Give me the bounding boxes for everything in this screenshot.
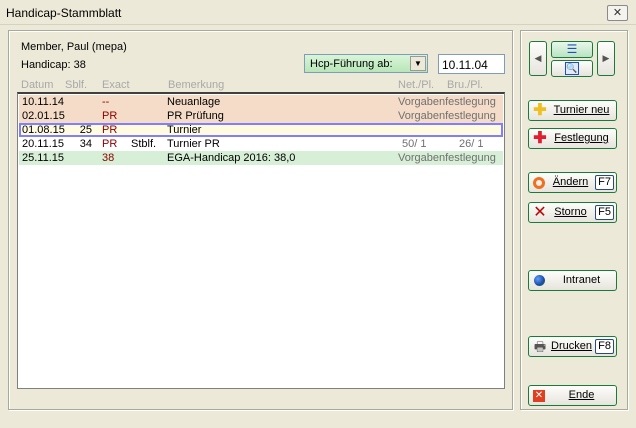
window-title: Handicap-Stammblatt <box>6 6 122 20</box>
list-icon: ☰ <box>566 42 578 56</box>
cell-remark: EGA-Handicap 2016: 38,0 <box>167 152 296 164</box>
next-button[interactable]: ▶ <box>597 41 615 76</box>
cell-remark: Turnier <box>167 124 202 136</box>
printer-icon: 🖶 <box>533 339 547 354</box>
hcp-fuehrung-value: Hcp-Führung ab: <box>310 58 393 70</box>
plus-red-icon: ✚ <box>533 130 547 147</box>
cell-net: Vorgabenfestlegung <box>398 110 496 122</box>
turnier-neu-label: Turnier neu <box>553 104 610 116</box>
cell-net: Vorgabenfestlegung <box>398 152 496 164</box>
aendern-label: Ändern <box>552 176 589 188</box>
cell-net: Vorgabenfestlegung <box>398 96 496 108</box>
date-input[interactable]: 10.11.04 <box>438 54 505 74</box>
turnier-neu-button[interactable]: ✚ Turnier neu <box>528 100 617 121</box>
cell-date: 01.08.15 <box>22 124 65 136</box>
table-row[interactable]: 20.11.15 34 PR Stblf. Turnier PR 50/ 1 26/ 1 <box>19 137 503 151</box>
cell-date: 25.11.15 <box>22 152 65 164</box>
storno-button[interactable]: ✕ Storno F5 <box>528 202 617 223</box>
table-row[interactable]: 01.08.15 25 PR Turnier <box>19 123 503 137</box>
drucken-key: F8 <box>595 339 614 354</box>
intranet-button[interactable]: Intranet <box>528 270 617 291</box>
drucken-button[interactable]: 🖶 Drucken F8 <box>528 336 617 357</box>
hcp-fuehrung-select[interactable]: Hcp-Führung ab: ▼ <box>304 54 428 73</box>
cell-type: Stblf. <box>131 138 157 150</box>
ende-button[interactable]: ✕ Ende <box>528 385 617 406</box>
ring-icon <box>533 177 545 189</box>
festlegung-label: Festlegung <box>554 132 609 144</box>
chevron-down-icon[interactable]: ▼ <box>410 56 426 71</box>
table-row[interactable]: 25.11.15 38 EGA-Handicap 2016: 38,0 Vorgabe… <box>19 151 503 165</box>
col-net: Net./Pl. <box>398 79 435 91</box>
cell-date: 10.11.14 <box>22 96 65 108</box>
close-button[interactable]: ✕ <box>607 5 628 21</box>
col-datum: Datum <box>21 79 54 91</box>
cell-date: 02.01.15 <box>22 110 65 122</box>
cell-exact: PR <box>102 124 118 136</box>
cell-remark: Neuanlage <box>167 96 221 108</box>
plus-yellow-icon: ✚ <box>533 102 547 119</box>
title-bar: Handicap-Stammblatt ✕ <box>0 0 636 25</box>
cell-date: 20.11.15 <box>22 138 65 150</box>
globe-icon <box>534 275 545 286</box>
storno-label: Storno <box>554 206 587 218</box>
list-view-button[interactable]: ☰ <box>551 41 593 58</box>
cell-bru: 26/ 1 <box>459 138 484 150</box>
handicap-list[interactable]: 10.11.14 -- Neuanlage Vorgabenfestlegung 02.… <box>17 92 505 389</box>
aendern-button[interactable]: Ändern F7 <box>528 172 617 193</box>
table-row[interactable]: 02.01.15 PR PR Prüfung Vorgabenfestlegung <box>19 109 503 123</box>
search-icon: 🔍 <box>565 62 579 75</box>
cell-exact: PR <box>102 138 118 150</box>
handicap-label: Handicap: 38 <box>21 59 86 71</box>
drucken-label: Drucken <box>551 340 592 352</box>
col-exact: Exact <box>102 79 130 91</box>
table-row[interactable]: 10.11.14 -- Neuanlage Vorgabenfestlegung <box>19 95 503 109</box>
ende-label: Ende <box>568 389 595 401</box>
intranet-label: Intranet <box>562 274 601 286</box>
cell-sblf: 25 <box>79 124 92 136</box>
close-red-icon: ✕ <box>533 390 545 402</box>
cell-remark: Turnier PR <box>167 138 220 150</box>
cell-sblf: 34 <box>79 138 92 150</box>
col-bru: Bru./Pl. <box>447 79 484 91</box>
festlegung-button[interactable]: ✚ Festlegung <box>528 128 617 149</box>
detail-view-button[interactable]: 🔍 <box>551 60 593 77</box>
aendern-key: F7 <box>595 175 614 190</box>
cell-exact: PR <box>102 110 118 122</box>
prev-button[interactable]: ◀ <box>529 41 547 76</box>
cell-remark: PR Prüfung <box>167 110 224 122</box>
cell-exact: 38 <box>102 152 115 164</box>
cell-exact: -- <box>102 96 110 108</box>
col-sblf: Sblf. <box>65 79 88 91</box>
col-bemerkung: Bemerkung <box>168 79 225 91</box>
storno-key: F5 <box>595 205 614 220</box>
member-name: Member, Paul (mepa) <box>21 41 127 53</box>
cell-net: 50/ 1 <box>402 138 427 150</box>
cross-icon: ✕ <box>533 204 547 221</box>
